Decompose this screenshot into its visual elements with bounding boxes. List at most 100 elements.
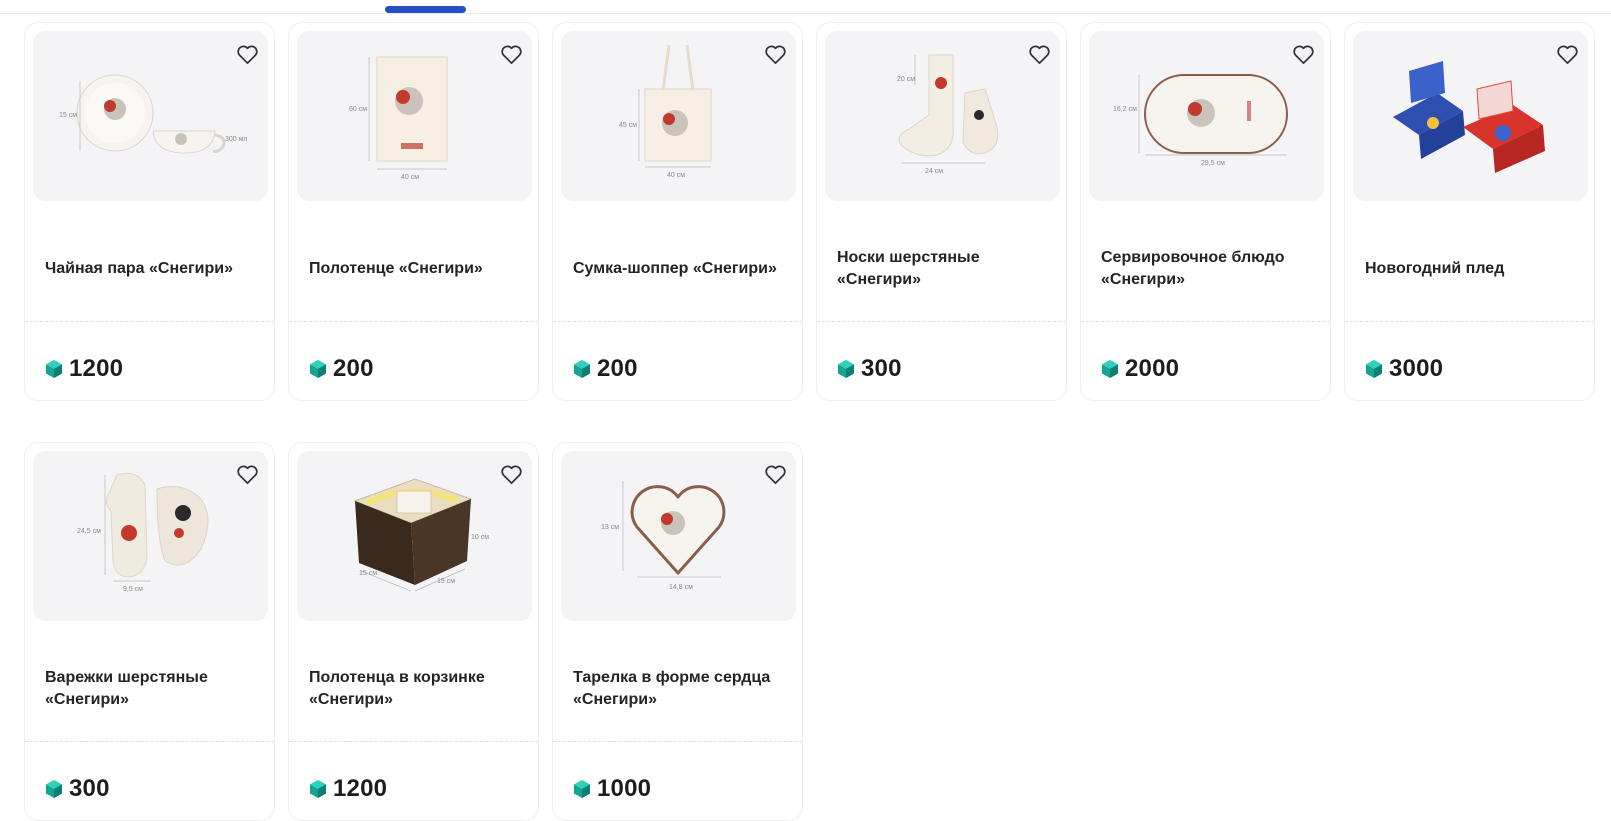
dimension-label: 45 см — [619, 122, 637, 129]
dimension-label: 40 см — [667, 172, 685, 179]
product-name[interactable]: Тарелка в форме сердца «Снегири» — [573, 667, 786, 711]
product-card[interactable]: 60 см 40 см Полотенце «Снегири» 200 — [288, 22, 539, 401]
heart-outline-icon — [500, 465, 522, 484]
heart-outline-icon — [236, 465, 258, 484]
dimension-label: 10 см — [471, 534, 489, 541]
product-name[interactable]: Полотенце «Снегири» — [309, 258, 483, 280]
dimension-label: 15 см — [437, 578, 455, 585]
product-card[interactable]: 15 см 300 мл Чайная пара «Снегири» 1200 — [24, 22, 275, 401]
price-value: 3000 — [1389, 355, 1444, 382]
price-value: 300 — [69, 775, 110, 802]
favorite-button[interactable] — [234, 41, 260, 67]
product-image[interactable]: 60 см 40 см — [297, 31, 532, 201]
dimension-label: 15 см — [59, 112, 77, 119]
product-card[interactable]: Новогодний плед 3000 — [1344, 22, 1595, 401]
product-image[interactable] — [1353, 31, 1588, 201]
product-price: 2000 — [1101, 354, 1179, 384]
gem-icon — [46, 360, 62, 378]
gem-icon — [1366, 360, 1382, 378]
card-divider — [553, 741, 802, 742]
favorite-button[interactable] — [498, 41, 524, 67]
card-divider — [1345, 321, 1594, 322]
favorite-button[interactable] — [1026, 41, 1052, 67]
price-value: 300 — [861, 355, 902, 382]
heart-outline-icon — [764, 465, 786, 484]
product-price: 300 — [837, 354, 902, 384]
price-value: 1200 — [69, 355, 124, 382]
dimension-label: 29,5 см — [1201, 160, 1225, 167]
heart-outline-icon — [764, 45, 786, 64]
top-tab-bar — [0, 0, 1611, 14]
price-value: 2000 — [1125, 355, 1180, 382]
dimension-label: 14,8 см — [669, 584, 693, 591]
card-divider — [289, 321, 538, 322]
product-price: 1200 — [45, 354, 123, 384]
favorite-button[interactable] — [762, 461, 788, 487]
card-divider — [289, 741, 538, 742]
favorite-button[interactable] — [234, 461, 260, 487]
product-image[interactable]: 16,2 см 29,5 см — [1089, 31, 1324, 201]
gem-icon — [1102, 360, 1118, 378]
card-divider — [553, 321, 802, 322]
heart-outline-icon — [1556, 45, 1578, 64]
price-value: 200 — [597, 355, 638, 382]
gem-icon — [574, 360, 590, 378]
dimension-label: 24,5 см — [77, 528, 101, 535]
gem-icon — [310, 360, 326, 378]
product-name[interactable]: Сумка-шоппер «Снегири» — [573, 258, 777, 280]
gem-icon — [46, 780, 62, 798]
card-divider — [25, 321, 274, 322]
product-card[interactable]: 45 см 40 см Сумка-шоппер «Снегири» 200 — [552, 22, 803, 401]
product-image[interactable]: 24,5 см 9,5 см — [33, 451, 268, 621]
product-image[interactable]: 13 см 14,8 см — [561, 451, 796, 621]
product-name[interactable]: Сервировочное блюдо «Снегири» — [1101, 247, 1314, 291]
active-tab-indicator — [385, 6, 466, 13]
dimension-label: 13 см — [601, 524, 619, 531]
heart-outline-icon — [1028, 45, 1050, 64]
heart-outline-icon — [1292, 45, 1314, 64]
gem-icon — [574, 780, 590, 798]
product-name[interactable]: Носки шерстяные «Снегири» — [837, 247, 1050, 291]
product-name[interactable]: Чайная пара «Снегири» — [45, 258, 233, 280]
dimension-label: 20 см — [897, 76, 915, 83]
product-card[interactable]: 20 см 24 см Носки шерстяные «Снегири» 30… — [816, 22, 1067, 401]
card-divider — [817, 321, 1066, 322]
favorite-button[interactable] — [498, 461, 524, 487]
product-price: 200 — [309, 354, 374, 384]
gem-icon — [310, 780, 326, 798]
dimension-label: 15 см — [359, 570, 377, 577]
product-image[interactable]: 10 см 15 см 15 см — [297, 451, 532, 621]
product-card[interactable]: 13 см 14,8 см Тарелка в форме сердца «Сн… — [552, 442, 803, 821]
product-card[interactable]: 24,5 см 9,5 см Варежки шерстяные «Снегир… — [24, 442, 275, 821]
gem-icon — [838, 360, 854, 378]
product-name[interactable]: Новогодний плед — [1365, 258, 1504, 280]
product-name[interactable]: Полотенца в корзинке «Снегири» — [309, 667, 522, 711]
product-card[interactable]: 10 см 15 см 15 см Полотенца в корзинке «… — [288, 442, 539, 821]
product-image[interactable]: 15 см 300 мл — [33, 31, 268, 201]
dimension-label: 40 см — [401, 174, 419, 181]
dimension-label: 300 мл — [225, 136, 248, 143]
dimension-label: 24 см — [925, 168, 943, 175]
price-value: 1000 — [597, 775, 652, 802]
product-grid: 15 см 300 мл Чайная пара «Снегири» 1200 — [24, 22, 1595, 821]
product-price: 3000 — [1365, 354, 1443, 384]
dimension-label: 16,2 см — [1113, 106, 1137, 113]
favorite-button[interactable] — [1290, 41, 1316, 67]
product-price: 1000 — [573, 774, 651, 804]
product-card[interactable]: 16,2 см 29,5 см Сервировочное блюдо «Сне… — [1080, 22, 1331, 401]
product-image[interactable]: 20 см 24 см — [825, 31, 1060, 201]
heart-outline-icon — [500, 45, 522, 64]
price-value: 200 — [333, 355, 374, 382]
heart-outline-icon — [236, 45, 258, 64]
product-image[interactable]: 45 см 40 см — [561, 31, 796, 201]
card-divider — [25, 741, 274, 742]
favorite-button[interactable] — [762, 41, 788, 67]
product-price: 200 — [573, 354, 638, 384]
product-price: 1200 — [309, 774, 387, 804]
favorite-button[interactable] — [1554, 41, 1580, 67]
price-value: 1200 — [333, 775, 388, 802]
dimension-label: 9,5 см — [123, 586, 143, 593]
product-name[interactable]: Варежки шерстяные «Снегири» — [45, 667, 258, 711]
card-divider — [1081, 321, 1330, 322]
product-price: 300 — [45, 774, 110, 804]
